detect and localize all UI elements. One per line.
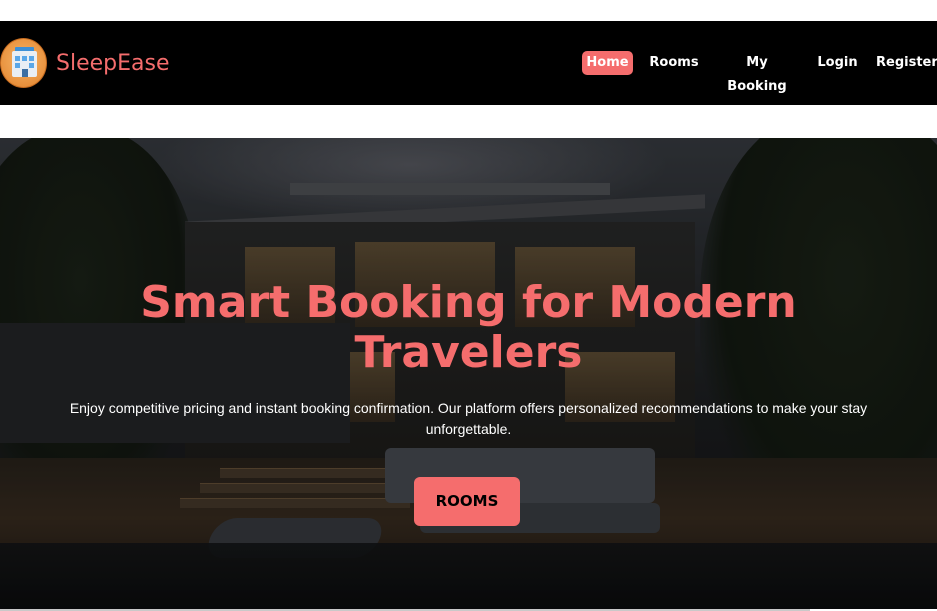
navbar: SleepEase Home Rooms My Booking Login Re… [0, 21, 937, 105]
logo-window [15, 56, 20, 61]
logo-window [15, 63, 20, 68]
nav-home[interactable]: Home [582, 51, 633, 75]
nav-login[interactable]: Login [814, 51, 861, 75]
nav-my-booking[interactable]: My Booking [716, 51, 798, 94]
hero-section: Smart Booking for Modern Travelers Enjoy… [0, 138, 937, 609]
hotel-building-icon[interactable] [0, 38, 47, 88]
rooms-button[interactable]: ROOMS [414, 477, 520, 526]
logo-door [22, 69, 28, 77]
logo-window [29, 63, 34, 68]
logo-window [22, 56, 27, 61]
hero-title: Smart Booking for Modern Travelers [140, 277, 797, 378]
brand-name[interactable]: SleepEase [56, 50, 170, 78]
hero-subtitle: Enjoy competitive pricing and instant bo… [69, 400, 868, 437]
nav-rooms[interactable]: Rooms [648, 51, 700, 75]
nav-register[interactable]: Register [876, 51, 937, 75]
logo-window [29, 56, 34, 61]
